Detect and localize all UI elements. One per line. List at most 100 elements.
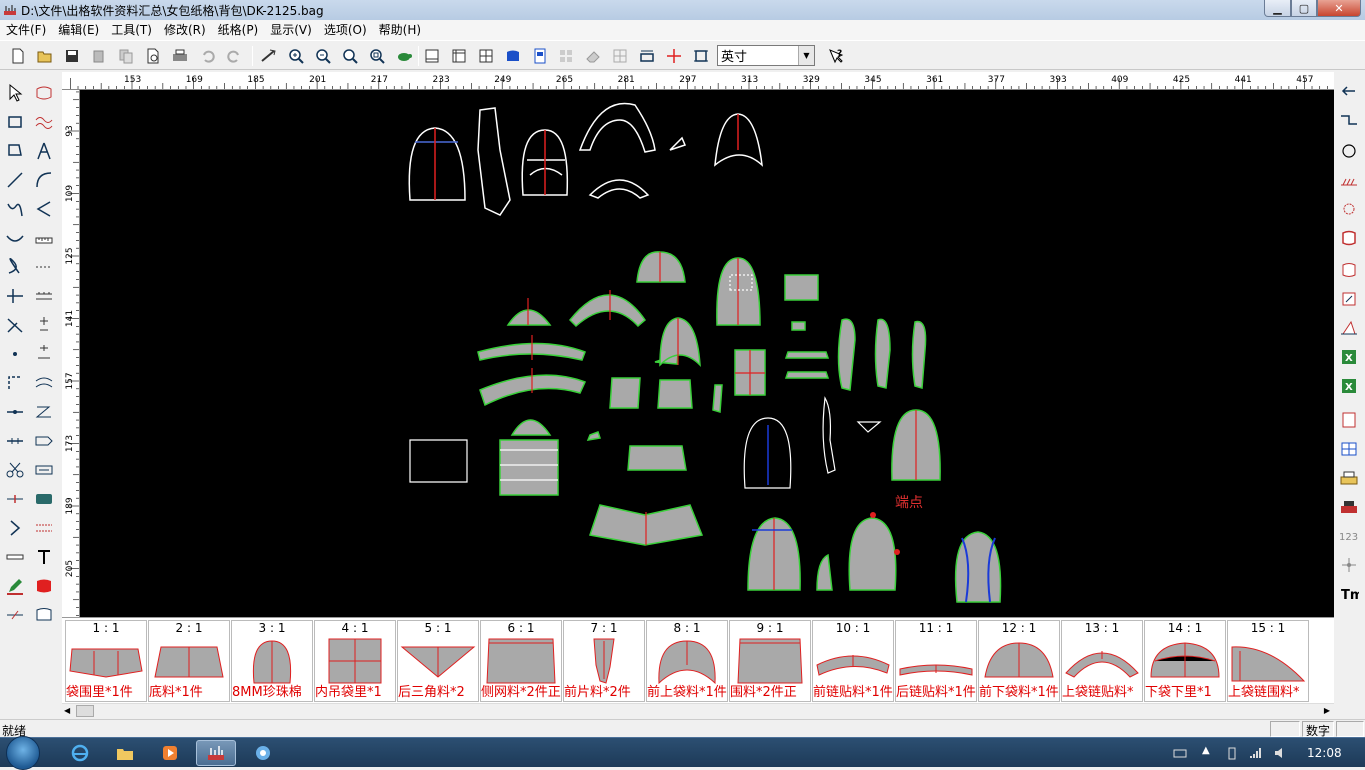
dash-tool-icon[interactable] [31,254,57,280]
piece-thumbnail[interactable]: 3 : 1 8MM珍珠棉 [231,620,313,702]
close-button[interactable]: ✕ [1317,0,1361,17]
piece-thumbnail[interactable]: 2 : 1 底料*1件 [148,620,230,702]
help-icon[interactable]: ? [825,45,847,67]
menu-view[interactable]: 显示(V) [266,20,316,40]
piece-thumbnail[interactable]: 11 : 1 后链贴料*1件 [895,620,977,702]
clock[interactable]: 12:08 [1307,746,1342,760]
seam-tool-icon[interactable] [31,515,57,541]
paste-icon[interactable] [89,45,111,67]
plus-minus-icon[interactable] [31,312,57,338]
numbering-icon[interactable]: 123 [1336,523,1362,549]
minimize-button[interactable]: ▁ [1264,0,1291,17]
save-icon[interactable] [61,45,83,67]
start-button[interactable] [6,736,40,770]
measure-bar-icon[interactable] [2,544,28,570]
dimension-icon[interactable] [636,45,658,67]
piece-thumbnail[interactable]: 15 : 1 上袋链围料* [1227,620,1309,702]
perpendicular-tool-icon[interactable] [2,283,28,309]
piece-red-icon[interactable] [1336,225,1362,251]
excel-export-icon[interactable]: X [1336,344,1362,370]
menu-edit[interactable]: 编辑(E) [54,20,103,40]
cut-line-tool-icon[interactable] [2,486,28,512]
zoom-all-icon[interactable] [366,45,388,67]
layout-icon[interactable] [529,45,551,67]
piece-thumbnail[interactable]: 13 : 1 上袋链贴料* [1061,620,1143,702]
unit-select[interactable]: 英寸 ▼ [717,45,815,66]
parallel-tool-icon[interactable] [31,370,57,396]
menu-modify[interactable]: 修改(R) [160,20,210,40]
chevron-tool-icon[interactable] [2,515,28,541]
curve-select-icon[interactable] [31,80,57,106]
bisect-tool-icon[interactable] [2,312,28,338]
arc-tool-icon[interactable] [31,167,57,193]
menu-help[interactable]: 帮助(H) [375,20,425,40]
piece-thumbnail[interactable]: 7 : 1 前片料*2件 [563,620,645,702]
compass-tool-icon[interactable] [31,138,57,164]
select-arrow-icon[interactable] [2,80,28,106]
panel-tool-icon[interactable] [31,486,57,512]
ruler-tool-icon[interactable] [31,225,57,251]
explorer-icon[interactable] [105,740,145,766]
scroll-right-icon[interactable]: ▶ [1324,706,1330,715]
text-tool-icon[interactable] [31,544,57,570]
corner-tool-icon[interactable] [2,370,28,396]
piece-outline-icon[interactable] [1336,257,1362,283]
zoom-out-icon[interactable] [312,45,334,67]
triangle-piece-icon[interactable] [1336,315,1362,341]
split-tool-icon[interactable] [2,428,28,454]
grid-sheet-icon[interactable] [1336,436,1362,462]
menu-file[interactable]: 文件(F) [2,20,50,40]
piece-thumbnail[interactable]: 9 : 1 围料*2件正 [729,620,811,702]
pattern-app-taskbar-icon[interactable] [196,740,236,766]
grid-view-icon[interactable] [475,45,497,67]
turtle-icon[interactable] [393,45,415,67]
cutter-icon[interactable] [1336,494,1362,520]
loop-tool-icon[interactable] [2,254,28,280]
menu-options[interactable]: 选项(O) [320,20,371,40]
view-single-icon[interactable] [421,45,443,67]
battery-icon[interactable] [1225,746,1239,760]
flower-icon[interactable] [1336,196,1362,222]
network-icon[interactable] [1249,746,1263,760]
keyboard-icon[interactable] [1173,746,1187,760]
plotter-icon[interactable] [1336,465,1362,491]
chat-app-icon[interactable] [243,740,283,766]
edit-piece-icon[interactable] [1336,286,1362,312]
redo-icon[interactable] [223,45,245,67]
view-ruler-icon[interactable] [448,45,470,67]
curve-tool-icon[interactable] [2,225,28,251]
piece-thumbnail[interactable]: 1 : 1 袋围里*1件 [65,620,147,702]
select-frame-icon[interactable] [690,45,712,67]
cross-icon[interactable] [663,45,685,67]
scroll-left-icon[interactable]: ◀ [64,706,70,715]
group-icon[interactable] [609,45,631,67]
piece-thumbnail[interactable]: 4 : 1 内吊袋里*1 [314,620,396,702]
horizontal-scrollbar[interactable]: ◀ ▶ [62,703,1334,718]
line-tool-icon[interactable] [2,167,28,193]
scale-tool-icon[interactable] [31,283,57,309]
new-file-icon[interactable] [7,45,29,67]
scroll-thumb[interactable] [76,705,94,717]
pen-tool-icon[interactable] [2,573,28,599]
scissors-icon[interactable] [2,457,28,483]
zigzag-tool-icon[interactable] [31,399,57,425]
piece-thumbnail[interactable]: 8 : 1 前上袋料*1件 [646,620,728,702]
volume-icon[interactable] [1273,746,1287,760]
buttonhole-tool-icon[interactable] [31,457,57,483]
fill-piece-icon[interactable] [31,573,57,599]
undo-icon[interactable] [197,45,219,67]
segment-tool-icon[interactable] [2,399,28,425]
menu-tools[interactable]: 工具(T) [107,20,156,40]
step-tool-icon[interactable] [1336,107,1362,133]
rectangle-tool-icon[interactable] [2,109,28,135]
print-icon[interactable] [169,45,191,67]
point-tool-icon[interactable] [2,341,28,367]
angle-tool-icon[interactable] [31,196,57,222]
slash-tool-icon[interactable] [2,602,28,628]
plus-minus-scale-icon[interactable] [31,341,57,367]
frame-piece-icon[interactable] [31,602,57,628]
media-player-icon[interactable] [150,740,190,766]
zoom-fit-icon[interactable] [339,45,361,67]
piece-thumbnail[interactable]: 14 : 1 下袋下里*1 [1144,620,1226,702]
crosshair-icon[interactable] [1336,552,1362,578]
